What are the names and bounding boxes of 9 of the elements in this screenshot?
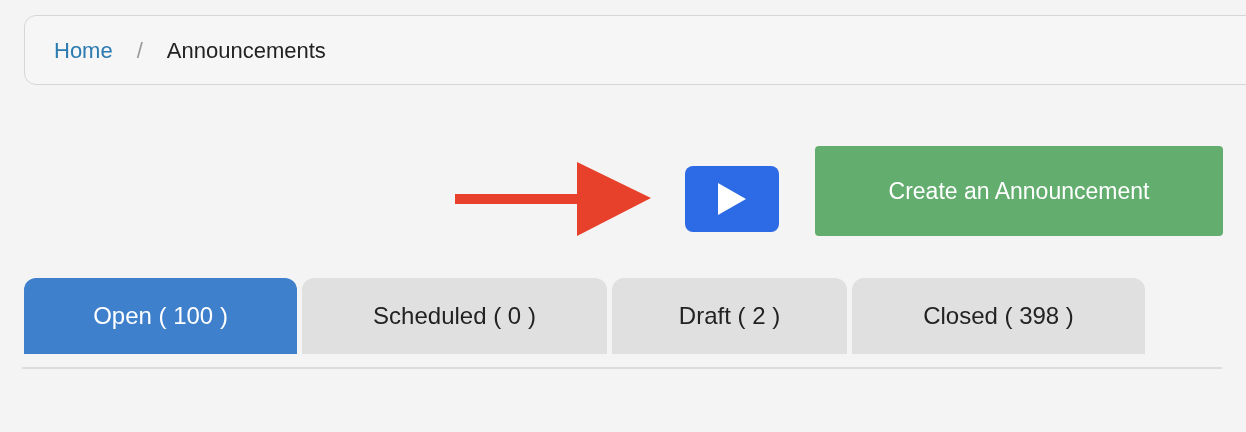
tab[interactable]: Closed ( 398 ) (852, 278, 1145, 354)
play-icon (718, 183, 746, 215)
current-page: Announcements (166, 36, 326, 65)
play-button[interactable] (685, 166, 779, 232)
tab[interactable]: Draft ( 2 ) (612, 278, 847, 354)
tab[interactable]: Open ( 100 ) (24, 278, 297, 354)
tab[interactable]: Scheduled ( 0 ) (302, 278, 607, 354)
home-link[interactable]: Home (54, 33, 113, 67)
breadcrumb-separator: / (136, 36, 143, 65)
